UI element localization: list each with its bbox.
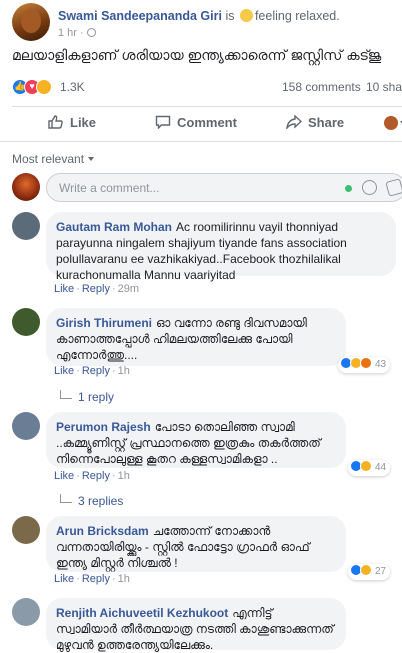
relaxed-emoji-icon <box>239 9 253 22</box>
separator: · <box>111 470 116 482</box>
comment-actions: Like · Reply · 1h <box>54 470 130 482</box>
commenter-name[interactable]: Renjith Aichuveetil Kezhukoot <box>56 606 228 620</box>
comment-reply-link[interactable]: Reply <box>82 283 110 295</box>
separator: · <box>111 573 116 585</box>
comment-like-link[interactable]: Like <box>54 470 74 482</box>
comment-reaction-summary[interactable]: 27 <box>348 564 391 580</box>
comment-time[interactable]: 1h <box>118 365 130 377</box>
comment-item: Arun Bricksdam ചത്തോന്ന് നോക്കാൻ വന്നതായി… <box>0 516 402 590</box>
comment-reaction-summary[interactable]: 43 <box>338 357 391 373</box>
commenter-name[interactable]: Gautam Ram Mohan <box>56 220 172 234</box>
angry-reaction-icon <box>360 357 372 369</box>
reply-arrow-icon <box>60 390 72 399</box>
comment-like-link[interactable]: Like <box>54 365 74 377</box>
commenter-avatar[interactable] <box>12 212 40 240</box>
comment-icon <box>155 115 171 129</box>
comment-bubble: Girish Thirumeni ഓ വന്നോ രണ്ടു ദിവസമായി ക… <box>46 308 346 366</box>
comment-sort-dropdown[interactable]: Most relevant <box>12 152 95 166</box>
comment-item: Girish Thirumeni ഓ വന്നോ രണ്ടു ദിവസമായി ക… <box>0 308 402 408</box>
commenter-name[interactable]: Arun Bricksdam <box>56 524 149 538</box>
separator: · <box>76 573 80 585</box>
haha-reaction-icon <box>360 460 372 472</box>
comment-like-link[interactable]: Like <box>54 283 74 295</box>
page-selector-avatar[interactable] <box>384 116 398 130</box>
post-header: Swami Sandeepananda Giri is feeling rela… <box>0 0 402 46</box>
comment-time[interactable]: 29m <box>118 283 139 295</box>
comment-time[interactable]: 1h <box>118 573 130 585</box>
commenter-name[interactable]: Perumon Rajesh <box>56 420 151 434</box>
globe-icon <box>86 28 96 37</box>
reaction-count: 43 <box>375 359 387 370</box>
author-name[interactable]: Swami Sandeepananda Giri <box>58 9 222 23</box>
separator: · <box>111 283 116 295</box>
reply-arrow-icon <box>60 494 72 503</box>
thumbs-up-icon <box>48 115 63 129</box>
separator: · <box>76 470 80 482</box>
feeling-label: feeling relaxed. <box>254 9 340 23</box>
separator: · <box>76 283 80 295</box>
comment-reply-link[interactable]: Reply <box>82 470 110 482</box>
comment-actions: Like · Reply · 1h <box>54 573 130 585</box>
comments-count[interactable]: 158 comments <box>282 80 361 94</box>
emoji-icon[interactable] <box>362 180 377 195</box>
comment-button-label: Comment <box>177 115 237 130</box>
author-avatar[interactable] <box>12 3 50 41</box>
divider <box>0 141 402 142</box>
comment-like-link[interactable]: Like <box>54 573 74 585</box>
comment-bubble: Gautam Ram Mohan Ac roomilirinnu vayil th… <box>46 212 396 282</box>
post-actions: Like Comment Share <box>0 107 402 139</box>
reaction-icons[interactable]: 👍 ♥ <box>12 79 56 95</box>
chevron-down-icon <box>88 157 95 161</box>
post-time-label[interactable]: 1 hr · <box>58 27 84 39</box>
post-time[interactable]: 1 hr · <box>58 27 96 39</box>
view-replies-link[interactable]: 1 reply <box>60 390 114 404</box>
view-replies-link[interactable]: 3 replies <box>60 494 123 508</box>
comment-actions: Like · Reply · 1h <box>54 365 130 377</box>
comment-bubble: Arun Bricksdam ചത്തോന്ന് നോക്കാൻ വന്നതായി… <box>46 516 346 572</box>
comment-actions: Like · Reply · 29m <box>54 283 139 295</box>
haha-reaction-icon <box>36 79 52 95</box>
comment-bubble: Perumon Rajesh പോടാ തൊലിഞ്ഞ സ്വാമി ..കമ്മ… <box>46 412 346 468</box>
commenter-name[interactable]: Girish Thirumeni <box>56 316 152 330</box>
separator: · <box>76 365 80 377</box>
comment-reply-link[interactable]: Reply <box>82 573 110 585</box>
haha-reaction-icon <box>360 564 372 576</box>
post-text: മലയാളികളാണ് ശരിയായ ഇന്ത്യക്കാരെന്ന് ജസ്റ… <box>12 47 382 63</box>
like-button-label: Like <box>70 115 97 130</box>
author-line: Swami Sandeepananda Giri is feeling rela… <box>58 9 340 23</box>
share-arrow-icon <box>286 115 302 129</box>
status-dot-icon <box>345 185 352 192</box>
commenter-avatar[interactable] <box>12 412 40 440</box>
reaction-count: 44 <box>375 462 387 473</box>
comment-reply-link[interactable]: Reply <box>82 365 110 377</box>
replies-label: 3 replies <box>78 494 124 508</box>
comment-input-placeholder: Write a comment... <box>59 181 160 195</box>
comment-bubble: Renjith Aichuveetil Kezhukoot എന്നിട്ട് സ… <box>46 598 346 652</box>
post-stats: 👍 ♥ 1.3K 158 comments 10 shar <box>0 76 402 98</box>
share-button-label: Share <box>308 115 345 130</box>
reactions-count[interactable]: 1.3K <box>60 80 85 94</box>
share-button[interactable]: Share <box>286 115 344 130</box>
separator: · <box>111 365 116 377</box>
comment-time[interactable]: 1h <box>118 470 130 482</box>
comment-input[interactable]: Write a comment... <box>46 173 402 202</box>
comment-item: Renjith Aichuveetil Kezhukoot എന്നിട്ട് സ… <box>0 598 402 652</box>
sort-label: Most relevant <box>12 152 85 166</box>
replies-label: 1 reply <box>78 390 115 404</box>
commenter-avatar[interactable] <box>12 516 40 544</box>
comment-button[interactable]: Comment <box>155 115 237 130</box>
feeling-text: is feeling relaxed. <box>225 9 340 23</box>
comment-item: Gautam Ram Mohan Ac roomilirinnu vayil th… <box>0 212 402 298</box>
current-user-avatar <box>12 173 40 201</box>
comment-item: Perumon Rajesh പോടാ തൊലിഞ്ഞ സ്വാമി ..കമ്മ… <box>0 412 402 512</box>
comment-reaction-summary[interactable]: 44 <box>348 460 391 476</box>
reaction-count: 27 <box>375 566 387 577</box>
sticker-icon[interactable] <box>385 178 402 197</box>
like-button[interactable]: Like <box>48 115 96 130</box>
commenter-avatar[interactable] <box>12 598 40 626</box>
shares-count[interactable]: 10 shar <box>366 80 402 94</box>
commenter-avatar[interactable] <box>12 308 40 336</box>
